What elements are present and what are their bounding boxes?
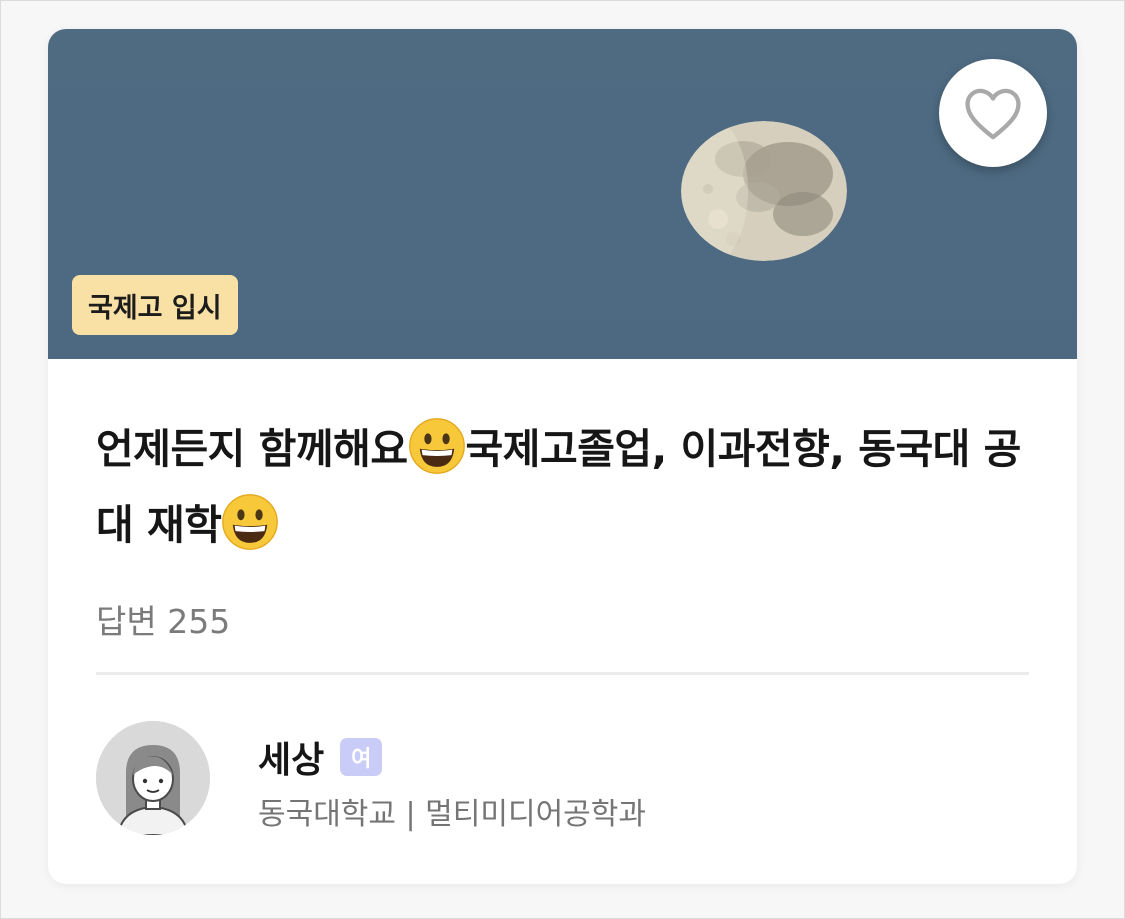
author-school: 동국대학교 | 멀티미디어공학과 [258, 797, 646, 832]
author-name[interactable]: 세상 [258, 731, 324, 783]
post-cover-image: 국제고 입시 [48, 29, 1077, 359]
grinning-face-icon [408, 418, 465, 474]
post-title[interactable]: 언제든지 함께해요 국제고졸업, 이과전향, 동국대 공대 재학 [96, 411, 1046, 563]
answer-count: 답변 255 [96, 602, 231, 641]
grinning-face-icon [222, 494, 279, 550]
author-avatar[interactable] [96, 721, 210, 835]
heart-outline-icon [965, 88, 1021, 140]
female-avatar-icon [96, 721, 210, 835]
post-title-part1: 언제든지 함께해요 [96, 425, 408, 473]
moon-image [681, 121, 847, 261]
gender-badge: 여 [340, 738, 383, 776]
post-card[interactable]: 국제고 입시 언제든지 함께해요 국제고졸업, 이과전향, 동국대 공대 재학 … [48, 29, 1077, 884]
favorite-button[interactable] [939, 59, 1047, 167]
divider [96, 672, 1029, 675]
category-tag[interactable]: 국제고 입시 [72, 275, 238, 335]
author-info: 세상 여 [258, 731, 383, 783]
